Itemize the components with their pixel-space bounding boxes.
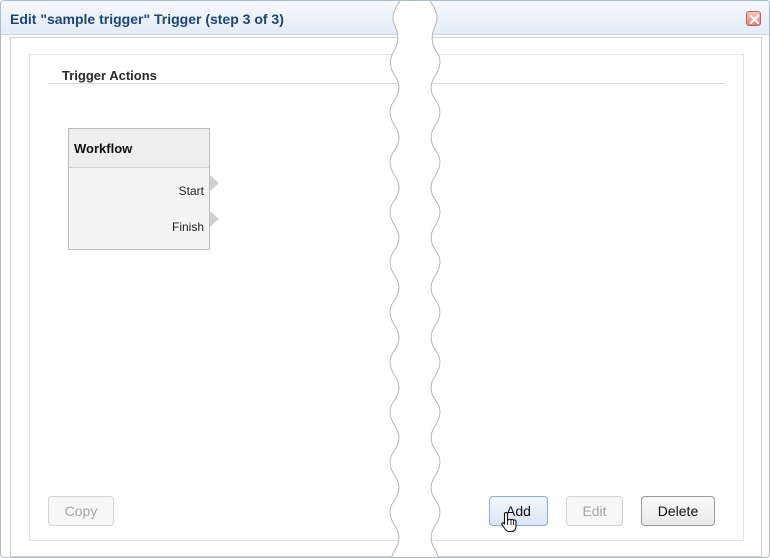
finish-connector-arrow-icon[interactable]	[210, 211, 219, 227]
dialog-title: Edit "sample trigger" Trigger (step 3 of…	[10, 11, 284, 27]
workflow-node-header: Workflow	[69, 129, 209, 168]
hand-pointer-cursor-icon	[501, 511, 517, 533]
copy-button[interactable]: Copy	[48, 496, 114, 526]
torn-edge-divider	[389, 1, 441, 557]
close-icon[interactable]	[746, 11, 761, 26]
edit-button[interactable]: Edit	[566, 496, 623, 526]
start-connector-arrow-icon[interactable]	[210, 175, 219, 191]
workflow-port-finish: Finish	[171, 220, 204, 234]
add-button[interactable]: Add	[489, 496, 548, 526]
close-x-glyph	[750, 15, 759, 24]
workflow-node[interactable]: Workflow Start Finish	[68, 128, 210, 250]
section-title: Trigger Actions	[62, 68, 157, 83]
delete-button[interactable]: Delete	[641, 496, 715, 526]
workflow-node-title: Workflow	[74, 141, 133, 156]
edit-trigger-dialog: Edit "sample trigger" Trigger (step 3 of…	[0, 0, 770, 558]
workflow-port-start: Start	[178, 184, 204, 198]
